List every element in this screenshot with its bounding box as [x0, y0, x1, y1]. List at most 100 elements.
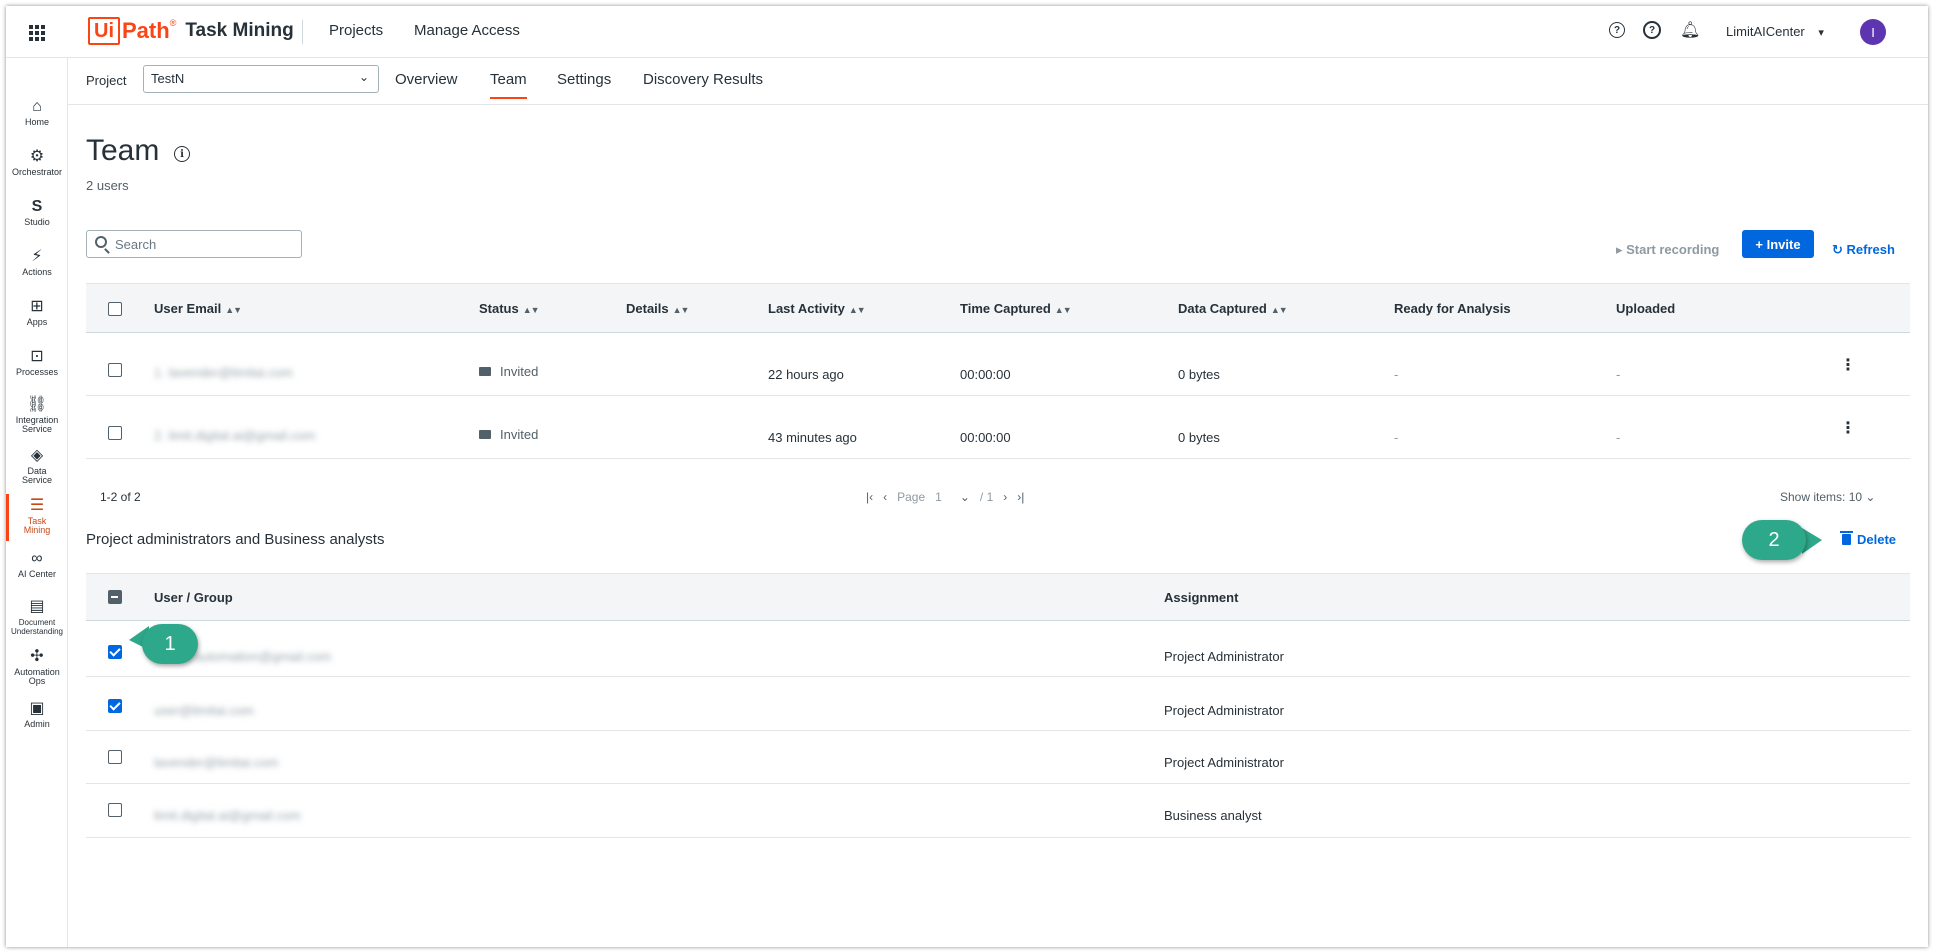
next-page-icon[interactable]: ›: [1003, 490, 1007, 504]
tab-discovery-results[interactable]: Discovery Results: [643, 71, 763, 88]
help-icon[interactable]: ?: [1643, 21, 1661, 39]
row-checkbox[interactable]: [108, 363, 122, 377]
top-bar: Ui Path ® Task Mining Projects Manage Ac…: [6, 6, 1928, 58]
search-box: [86, 230, 302, 258]
select-all-checkbox[interactable]: [108, 590, 122, 604]
row-more-icon[interactable]: ⋮: [1840, 421, 1856, 437]
col-status[interactable]: Status ▲▼: [479, 301, 540, 316]
home-icon: ⌂: [32, 98, 42, 115]
user-group: user@limitai.com: [154, 703, 254, 718]
rail-item-data-service[interactable]: ◈ Data Service: [6, 447, 68, 485]
col-ready-for-analysis: Ready for Analysis: [1394, 301, 1511, 316]
rail-item-admin[interactable]: ▣ Admin: [6, 700, 68, 729]
page-label: Page: [897, 490, 926, 504]
col-uploaded: Uploaded: [1616, 301, 1676, 316]
select-all-checkbox[interactable]: [108, 302, 122, 316]
status-cell: Invited: [479, 427, 538, 442]
tab-team[interactable]: Team: [490, 71, 527, 99]
col-last-activity[interactable]: Last Activity ▲▼: [768, 301, 866, 316]
invite-button[interactable]: + Invite: [1742, 230, 1814, 258]
chevron-down-icon: ⌄: [358, 70, 369, 84]
rail-item-actions[interactable]: ⚡ Actions: [6, 248, 68, 277]
sort-icon: ▲▼: [1054, 305, 1072, 315]
row-checkbox[interactable]: [108, 699, 122, 713]
page-total: / 1: [979, 490, 994, 504]
section-title: Project administrators and Business anal…: [86, 531, 385, 548]
studio-icon: S: [31, 198, 43, 215]
row-more-icon[interactable]: ⋮: [1840, 358, 1856, 374]
row-checkbox[interactable]: [108, 803, 122, 817]
trash-icon: [1840, 531, 1853, 545]
rail-item-home[interactable]: ⌂ Home: [6, 98, 68, 127]
rail-item-studio[interactable]: S Studio: [6, 198, 68, 227]
actions-icon: ⚡: [31, 248, 43, 265]
time-captured: 00:00:00: [960, 430, 1011, 445]
uploaded: -: [1616, 367, 1621, 382]
tab-settings[interactable]: Settings: [557, 71, 611, 88]
help-outline-icon[interactable]: ?: [1609, 22, 1625, 38]
row-checkbox[interactable]: [108, 645, 122, 659]
delete-button[interactable]: Delete: [1840, 531, 1896, 547]
sort-icon: ▲▼: [225, 305, 242, 315]
col-data-captured[interactable]: Data Captured ▲▼: [1178, 301, 1288, 316]
col-time-captured[interactable]: Time Captured ▲▼: [960, 301, 1072, 316]
table-row: 1. lavender@limitai.com Invited 22 hours…: [86, 333, 1910, 396]
project-select[interactable]: TestN ⌄: [143, 65, 379, 93]
sort-icon: ▲▼: [672, 305, 690, 315]
row-checkbox[interactable]: [108, 426, 122, 440]
product-name: Task Mining: [185, 20, 294, 41]
app-launcher-icon[interactable]: [29, 25, 45, 41]
task-mining-icon: ☰: [29, 497, 45, 514]
rail-item-apps[interactable]: ⊞ Apps: [6, 298, 68, 327]
nav-projects[interactable]: Projects: [329, 22, 383, 39]
last-page-icon[interactable]: ›|: [1017, 490, 1024, 504]
col-user-email[interactable]: User Email ▲▼: [154, 301, 242, 316]
user-email: 1. lavender@limitai.com: [154, 365, 293, 380]
user-email: 2. limit.digital.ai@gmail.com: [154, 428, 316, 443]
mail-icon: [479, 367, 491, 376]
assignment: Project Administrator: [1164, 703, 1284, 718]
uipath-logo[interactable]: Ui Path ® Task Mining: [88, 16, 294, 46]
page-title: Team: [86, 134, 160, 167]
assignment: Business analyst: [1164, 808, 1262, 823]
rail-item-ai-center[interactable]: ∞ AI Center: [6, 550, 68, 579]
sort-icon: ▲▼: [1270, 305, 1288, 315]
prev-page-icon[interactable]: ‹: [883, 490, 887, 504]
app-window: Ui Path ® Task Mining Projects Manage Ac…: [6, 6, 1928, 947]
rail-item-orchestrator[interactable]: ⚙ Orchestrator: [6, 148, 68, 177]
rail-item-processes[interactable]: ⊡ Processes: [6, 348, 68, 377]
data-captured: 0 bytes: [1178, 430, 1220, 445]
first-page-icon[interactable]: |‹: [866, 490, 873, 504]
table-row: 2. limit.digital.ai@gmail.com Invited 43…: [86, 396, 1910, 459]
ai-center-icon: ∞: [31, 550, 43, 567]
page-number[interactable]: 1: [935, 490, 942, 504]
apps-icon: ⊞: [30, 298, 44, 315]
bell-icon[interactable]: 🔔︎: [1680, 20, 1700, 40]
avatar[interactable]: I: [1860, 19, 1886, 45]
search-input[interactable]: [115, 235, 295, 253]
col-details[interactable]: Details ▲▼: [626, 301, 690, 316]
project-subnav: Project TestN ⌄ Overview Team Settings D…: [68, 58, 1928, 105]
orchestrator-icon: ⚙: [29, 148, 45, 165]
mail-icon: [479, 430, 491, 439]
last-activity: 43 minutes ago: [768, 430, 857, 445]
col-user-group: User / Group: [154, 590, 233, 605]
rail-item-document-understanding[interactable]: ▤ Document Understanding: [6, 598, 68, 636]
page-dropdown-icon[interactable]: ⌄: [960, 490, 970, 504]
rail-item-integration-service[interactable]: ⛓ Integration Service: [6, 396, 68, 434]
rail-item-automation-ops[interactable]: ✣ Automation Ops: [6, 648, 68, 686]
rail-item-task-mining[interactable]: ☰ Task Mining: [6, 497, 68, 535]
ready-for-analysis: -: [1394, 367, 1399, 382]
refresh-button[interactable]: ↻ Refresh: [1832, 242, 1895, 258]
callout-1: 1: [142, 624, 198, 664]
nav-manage-access[interactable]: Manage Access: [414, 22, 520, 39]
start-recording-button[interactable]: ▸ Start recording: [1616, 242, 1719, 258]
show-items-select[interactable]: Show items: 10 ⌄: [1780, 490, 1875, 504]
user-group: limit.digital.ai@gmail.com: [154, 808, 301, 823]
tab-overview[interactable]: Overview: [395, 71, 458, 88]
info-icon[interactable]: i: [174, 146, 190, 162]
row-checkbox[interactable]: [108, 750, 122, 764]
search-icon: [95, 236, 107, 248]
ready-for-analysis: -: [1394, 430, 1399, 445]
tenant-selector[interactable]: LimitAICenter ▾: [1726, 24, 1824, 39]
